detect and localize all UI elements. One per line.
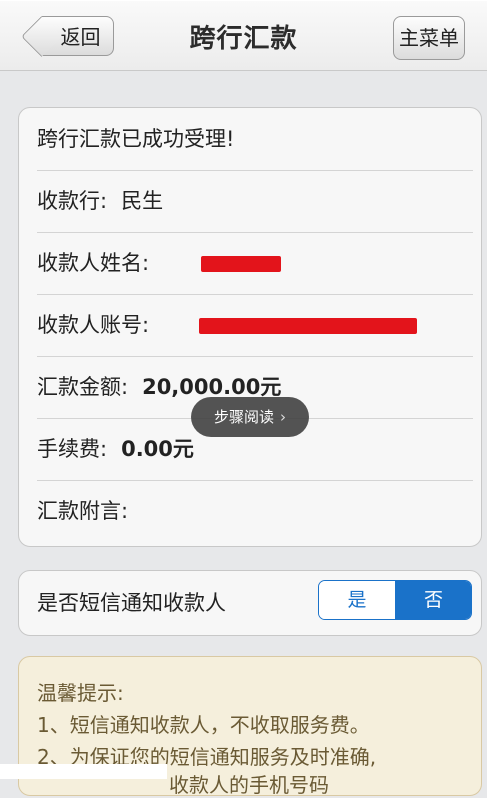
top-bar: 返回 跨行汇款 主菜单 (0, 0, 487, 71)
remark-row: 汇款附言: (37, 480, 473, 542)
sms-notify-toggle[interactable]: 是 否 (318, 580, 472, 620)
payee-name-row: 收款人姓名: (37, 232, 473, 295)
step-reading-button[interactable]: 步骤阅读 › (191, 397, 309, 437)
sms-notify-card: 是否短信通知收款人 是 否 (18, 570, 482, 636)
step-reading-label: 步骤阅读 (213, 408, 274, 426)
tips-title: 温馨提示: (37, 681, 124, 705)
fee-value: 0.00元 (121, 437, 194, 461)
fee-label: 手续费: (37, 437, 108, 461)
amount-label: 汇款金额: (37, 375, 129, 399)
sms-no-option[interactable]: 否 (395, 581, 471, 619)
payee-name-redaction (201, 256, 281, 272)
receiving-bank-row: 收款行: 民生 (37, 170, 473, 233)
remark-label: 汇款附言: (37, 499, 129, 523)
sms-yes-option[interactable]: 是 (319, 581, 395, 619)
success-message: 跨行汇款已成功受理! (37, 127, 235, 151)
payee-account-label: 收款人账号: (37, 313, 150, 337)
sms-notify-label: 是否短信通知收款人 (37, 591, 226, 615)
success-message-row: 跨行汇款已成功受理! (37, 108, 473, 171)
transfer-result-card: 跨行汇款已成功受理! 收款行: 民生 收款人姓名: 收款人账号: 汇款金额: 20,… (18, 107, 482, 547)
tips-line-3: 收款人的手机号码 (169, 773, 329, 797)
bottom-cover (0, 764, 167, 779)
tips-line-1: 1、短信通知收款人，不收取服务费。 (37, 713, 370, 737)
receiving-bank-label: 收款行: (37, 189, 108, 213)
payee-account-row: 收款人账号: (37, 294, 473, 357)
main-menu-button[interactable]: 主菜单 (393, 16, 465, 60)
payee-account-redaction (199, 318, 417, 334)
payee-name-label: 收款人姓名: (37, 251, 150, 275)
chevron-right-icon: › (280, 408, 286, 426)
receiving-bank-value: 民生 (121, 189, 164, 213)
